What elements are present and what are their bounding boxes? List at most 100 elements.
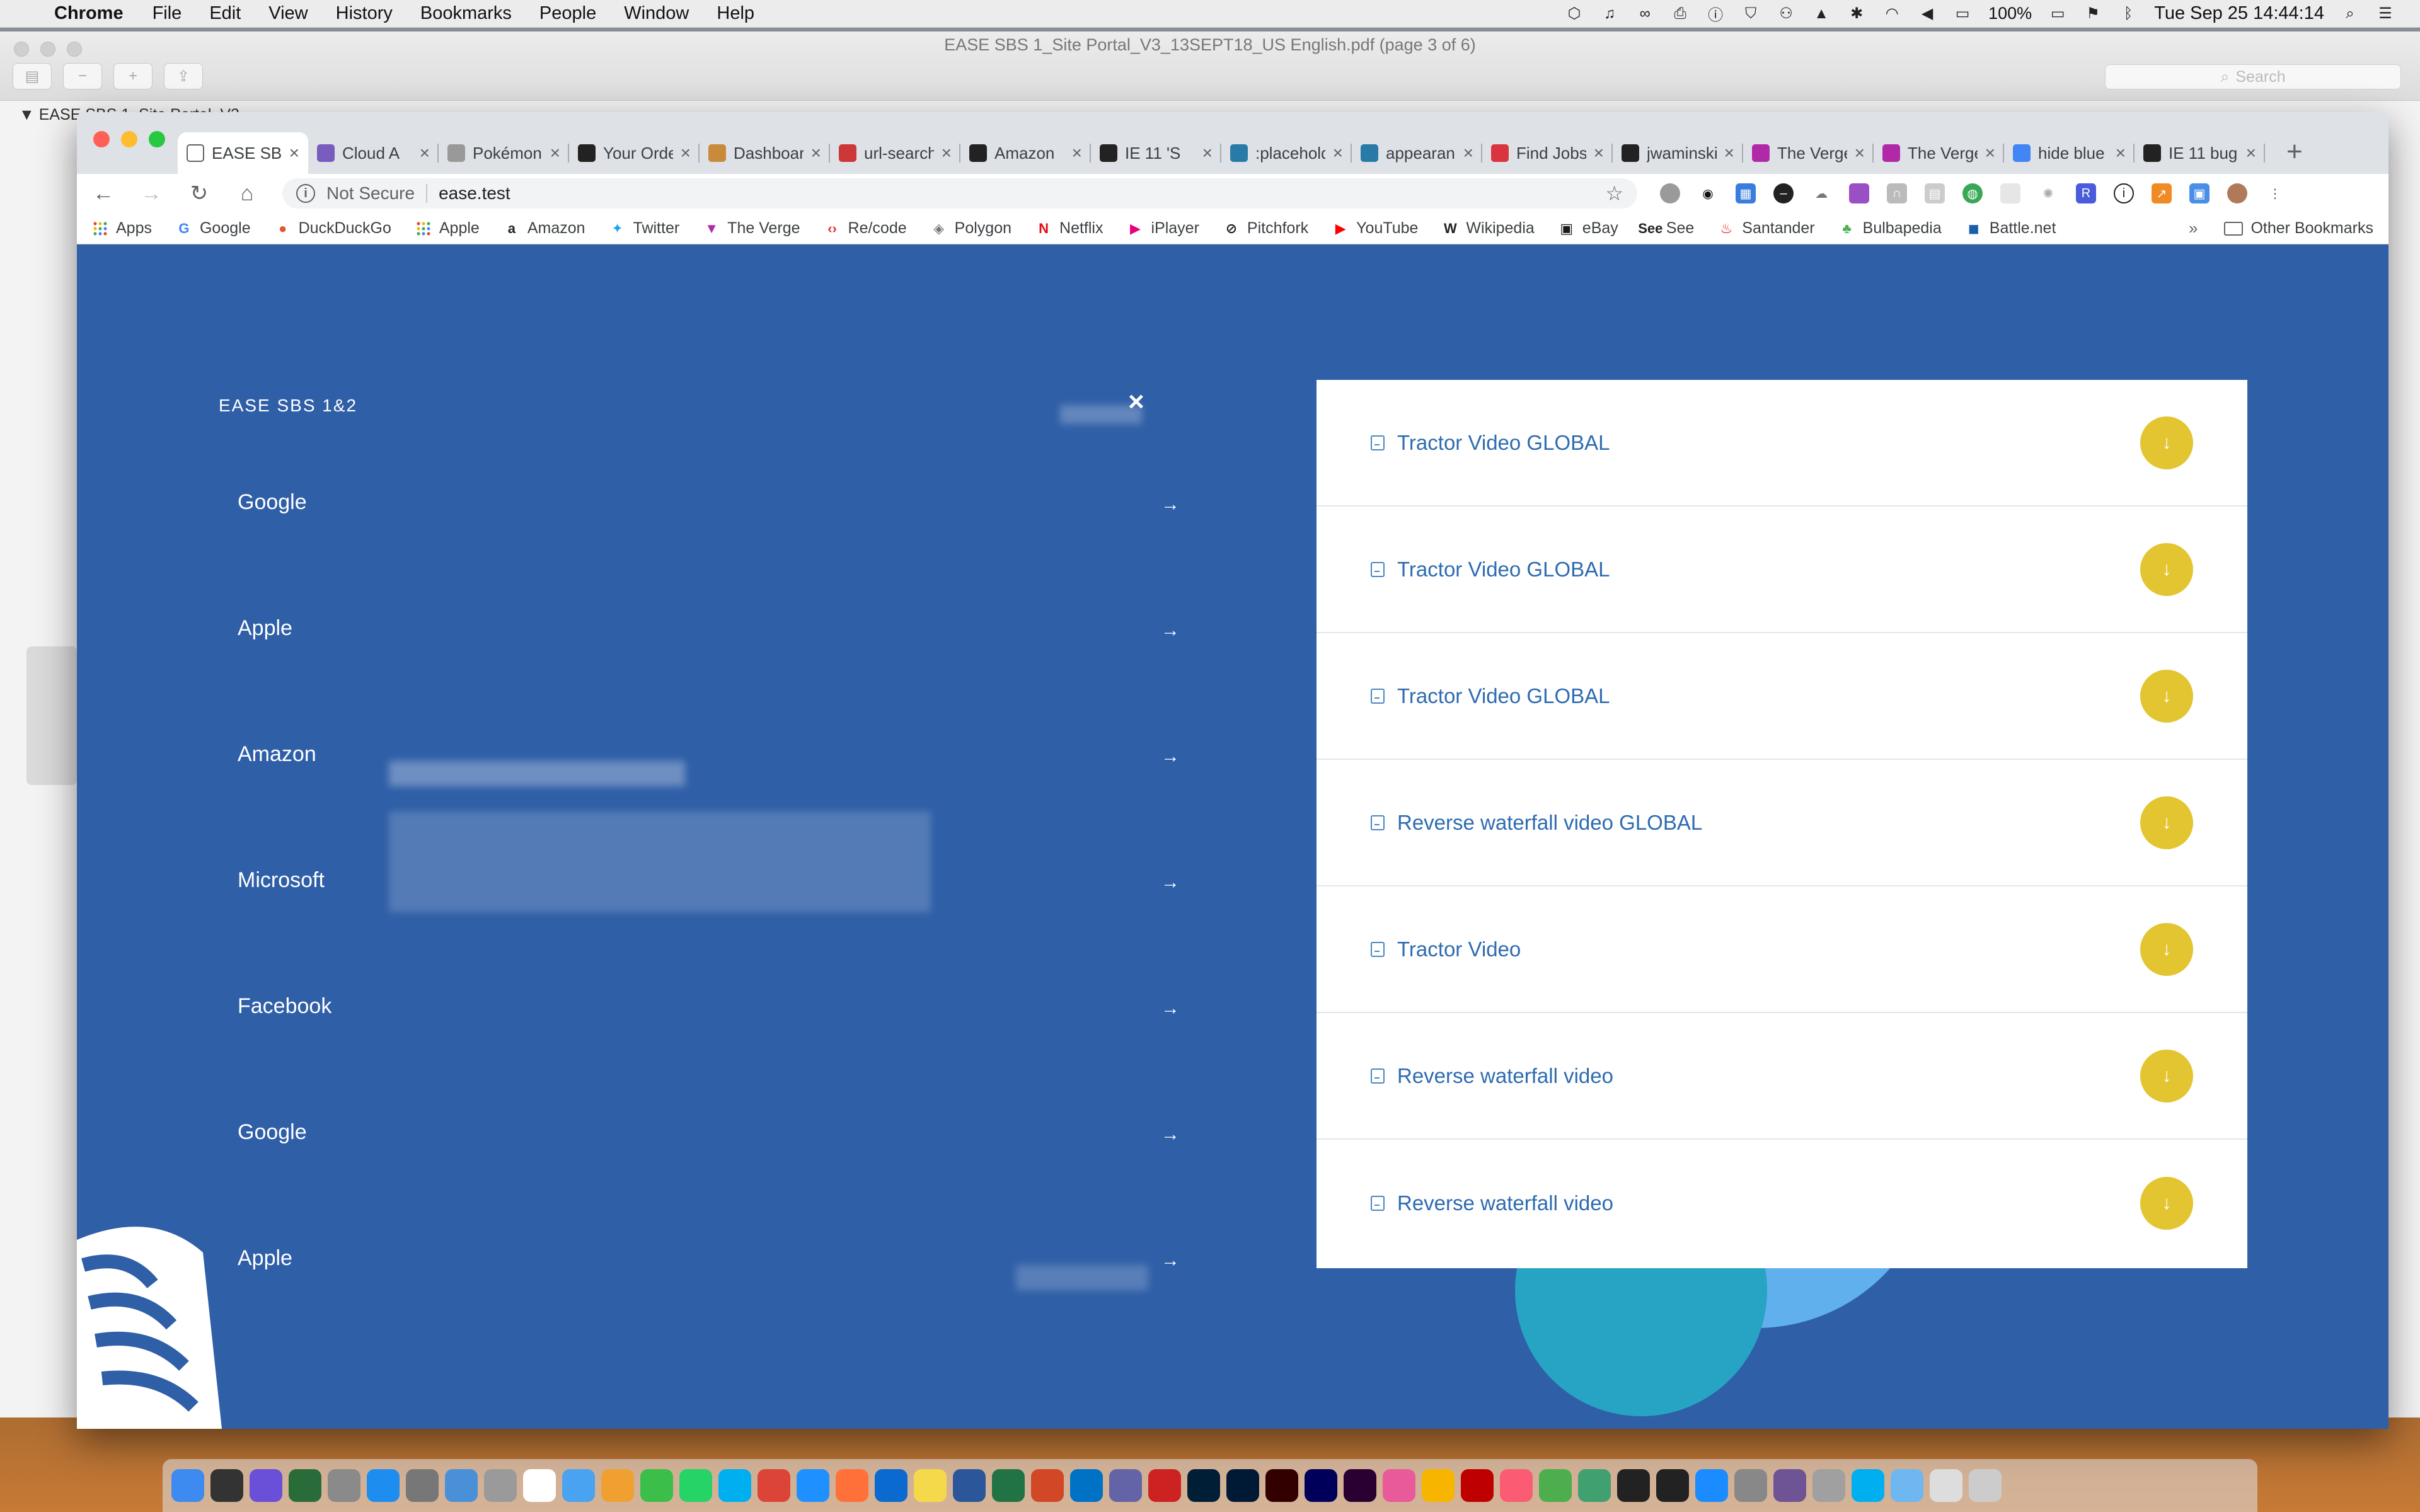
photoshop-icon[interactable] [1187, 1469, 1220, 1502]
bookmarks-overflow-button[interactable]: » [2189, 219, 2198, 238]
word-icon[interactable] [953, 1469, 986, 1502]
1password-icon[interactable] [875, 1469, 908, 1502]
chrome-menu-icon[interactable]: ⋮ [2265, 183, 2285, 203]
utilities-icon[interactable] [1734, 1469, 1767, 1502]
download-title-link[interactable]: Tractor Video GLOBAL [1397, 431, 2140, 455]
tab-extension-icon[interactable]: ▣ [2189, 183, 2210, 203]
tab-6[interactable]: Amazon × [960, 132, 1091, 174]
download-button[interactable]: ↓ [2140, 542, 2193, 596]
download-title-link[interactable]: Tractor Video GLOBAL [1397, 684, 2140, 708]
r-extension-icon[interactable]: R [2076, 183, 2096, 203]
battery-icon[interactable]: ▭ [2048, 4, 2067, 23]
eye-extension-icon[interactable]: ◉ [1698, 183, 1718, 203]
brand-logo[interactable]: EASE SBS 1&2 [219, 396, 357, 416]
close-tab-icon[interactable]: × [289, 143, 299, 163]
bookmark-polygon[interactable]: ◈ Polygon [931, 219, 1011, 238]
bookmark-duckduckgo[interactable]: ● DuckDuckGo [275, 219, 391, 238]
bookmark-youtube[interactable]: ▶ YouTube [1332, 219, 1419, 238]
finder-icon[interactable] [171, 1469, 204, 1502]
calendar-icon[interactable] [523, 1469, 556, 1502]
nav-item-facebook[interactable]: Facebook → [238, 994, 1189, 1120]
purple-extension-icon[interactable] [1849, 183, 1869, 203]
menu-edit[interactable]: Edit [209, 3, 241, 24]
bookmark-star-icon[interactable]: ☆ [1605, 181, 1623, 205]
bookmark-amazon[interactable]: a Amazon [504, 219, 585, 238]
download-title-link[interactable]: Reverse waterfall video [1397, 1191, 2140, 1215]
github-desktop-icon[interactable] [1773, 1469, 1806, 1502]
atom-icon[interactable] [1578, 1469, 1611, 1502]
tab-0[interactable]: EASE SBS × [178, 132, 308, 174]
bookmark-google[interactable]: G Google [176, 219, 250, 238]
calendar-extension-icon[interactable]: ▦ [1736, 183, 1756, 203]
tab-2[interactable]: Pokémon × [439, 132, 569, 174]
extension-circle-icon[interactable] [1660, 183, 1680, 203]
teams-icon[interactable] [1109, 1469, 1142, 1502]
tab-14[interactable]: hide blue × [2004, 132, 2135, 174]
download-button[interactable]: ↓ [2140, 416, 2193, 469]
download-button[interactable]: ↓ [2140, 922, 2193, 976]
zoom-window-button[interactable] [149, 131, 165, 147]
bookmark-apple[interactable]: Apple [415, 219, 480, 238]
close-tab-icon[interactable]: × [2116, 143, 2126, 163]
tab-5[interactable]: url-search × [830, 132, 960, 174]
bookmark-apps[interactable]: Apps [92, 219, 152, 238]
close-window-button[interactable] [93, 131, 110, 147]
minimize-window-button[interactable] [121, 131, 137, 147]
trash-icon[interactable] [1969, 1469, 2002, 1502]
tab-7[interactable]: IE 11 'S × [1091, 132, 1221, 174]
site-info-icon[interactable]: i [296, 184, 315, 203]
profile-avatar[interactable] [2227, 183, 2247, 203]
zoom-in-icon[interactable]: + [113, 63, 153, 89]
menu-file[interactable]: File [153, 3, 182, 24]
gray-extension-icon[interactable]: ∩ [1887, 183, 1907, 203]
bluetooth-icon[interactable]: ✱ [1847, 4, 1866, 23]
notes-icon[interactable] [914, 1469, 947, 1502]
dropbox-icon[interactable]: ⬡ [1565, 4, 1584, 23]
close-tab-icon[interactable]: × [811, 143, 821, 163]
illustrator-icon[interactable] [1265, 1469, 1298, 1502]
close-tab-icon[interactable]: × [420, 143, 430, 163]
nav-item-google[interactable]: Google → [238, 490, 1189, 616]
bookmark-pitchfork[interactable]: ⊘ Pitchfork [1223, 219, 1308, 238]
after-effects-icon[interactable] [1305, 1469, 1337, 1502]
info-extension-icon[interactable]: i [2114, 183, 2134, 203]
lightroom-icon[interactable] [1226, 1469, 1259, 1502]
filezilla-icon[interactable] [1461, 1469, 1494, 1502]
mail-icon[interactable] [562, 1469, 595, 1502]
excel-icon[interactable] [992, 1469, 1025, 1502]
bookmark-iplayer[interactable]: ▶ iPlayer [1127, 219, 1199, 238]
bookmark-santander[interactable]: ♨ Santander [1718, 219, 1814, 238]
creative-cloud-icon[interactable]: ∞ [1635, 4, 1654, 23]
bookmark-see[interactable]: See See [1638, 219, 1694, 238]
scissors-icon[interactable] [484, 1469, 517, 1502]
tab-1[interactable]: Cloud A × [308, 132, 439, 174]
other-bookmarks-folder[interactable]: Other Bookmarks [2224, 219, 2373, 238]
shield-icon[interactable]: ⛉ [1741, 4, 1760, 23]
reload-icon[interactable]: ↻ [187, 181, 212, 206]
close-tab-icon[interactable]: × [550, 143, 560, 163]
premiere-icon[interactable] [1344, 1469, 1376, 1502]
documents-icon[interactable] [1930, 1469, 1962, 1502]
sidebar-toggle-icon[interactable]: ▤ [13, 63, 52, 89]
zoom-out-icon[interactable]: − [63, 63, 102, 89]
close-tab-icon[interactable]: × [1724, 143, 1734, 163]
download-title-link[interactable]: Tractor Video [1397, 937, 2140, 961]
tab-13[interactable]: The Verge × [1874, 132, 2004, 174]
settings-icon[interactable] [1812, 1469, 1845, 1502]
downloads-folder-icon[interactable] [1891, 1469, 1923, 1502]
tab-4[interactable]: Dashboard × [700, 132, 830, 174]
launchpad-icon[interactable] [210, 1469, 243, 1502]
tab-11[interactable]: jwaminski × [1613, 132, 1743, 174]
spotlight-icon[interactable]: ⌕ [2341, 4, 2360, 23]
home-icon[interactable]: ⌂ [234, 181, 260, 206]
download-title-link[interactable]: Reverse waterfall video GLOBAL [1397, 811, 2140, 835]
parcel-icon[interactable] [1148, 1469, 1181, 1502]
blank-extension-icon[interactable] [2000, 183, 2020, 203]
headphones-icon[interactable]: ♫ [1600, 4, 1619, 23]
close-tab-icon[interactable]: × [1463, 143, 1473, 163]
powerpoint-icon[interactable] [1031, 1469, 1064, 1502]
drive-icon[interactable]: ▲ [1812, 4, 1831, 23]
tab-12[interactable]: The Verge × [1743, 132, 1874, 174]
new-tab-button[interactable]: + [2286, 136, 2303, 168]
1password-tray-icon[interactable]: ⓘ [1706, 4, 1725, 24]
